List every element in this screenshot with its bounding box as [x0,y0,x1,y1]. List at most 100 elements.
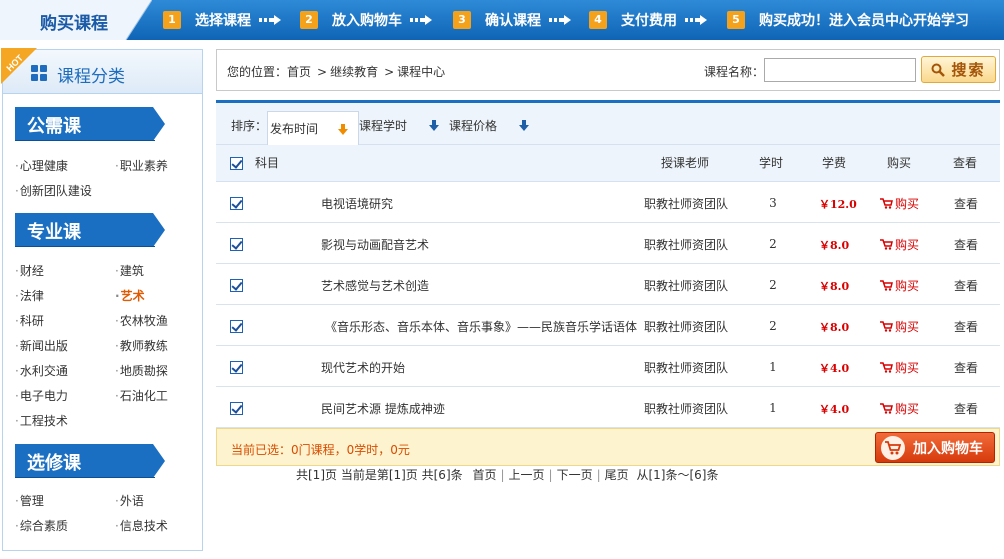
header-hours: 学时 [759,156,784,170]
course-name[interactable]: 民间艺术源 提炼成神迹 [321,400,445,417]
search-label: 课程名称： [704,65,765,79]
step-number: 1 [163,11,181,29]
page-next[interactable]: 下一页 [557,468,593,482]
breadcrumb-home[interactable]: 首页 [287,65,311,79]
buy-label: 购买 [895,279,920,293]
view-link[interactable]: 查看 [954,195,978,212]
arrow-right-icon [685,15,707,25]
add-to-cart-label: 加入购物车 [913,440,983,457]
page-last[interactable]: 尾页 [605,468,629,482]
course-teacher: 职教社师资团队 [644,279,729,293]
page-title: 购买课程 [40,14,108,34]
section-title: 专业课 [27,222,81,243]
category-link[interactable]: 地质勘探 [115,362,168,379]
pager-divider: | [500,468,505,482]
row-checkbox[interactable] [230,320,243,333]
category-link[interactable]: 创新团队建设 [15,182,92,199]
course-price: ￥12.0 [819,198,857,211]
row-checkbox[interactable] [230,197,243,210]
buy-link[interactable]: 购买 [880,277,919,294]
sort-by-price[interactable]: 课程价格 [449,117,497,134]
view-link[interactable]: 查看 [954,318,978,335]
course-price: ￥8.0 [819,321,850,334]
buy-link[interactable]: 购买 [880,236,919,253]
selection-summary: 当前已选：0门课程，0学时，0元 [231,443,410,457]
view-link[interactable]: 查看 [954,277,978,294]
search-button[interactable]: 搜索 [921,56,996,83]
sort-by-publish-time[interactable]: 发布时间 [267,111,359,145]
buy-link[interactable]: 购买 [880,359,919,376]
steps-banner: 购买课程 1 选择课程 2 放入购物车 3 确认课程 4 支付费用 5 购买成功… [0,0,1004,40]
view-link[interactable]: 查看 [954,359,978,376]
category-link[interactable]: 外语 [115,492,144,509]
course-name[interactable]: 电视语境研究 [321,195,393,212]
row-checkbox[interactable] [230,361,243,374]
category-link[interactable]: 信息技术 [115,517,168,534]
search-input[interactable] [764,58,916,82]
buy-link[interactable]: 购买 [880,195,919,212]
row-checkbox[interactable] [230,279,243,292]
selection-summary-bar: 当前已选：0门课程，0学时，0元 加入购物车 [216,428,1000,466]
category-link[interactable]: 农林牧渔 [115,312,168,329]
category-link[interactable]: 财经 [15,262,44,279]
category-link[interactable]: 科研 [15,312,44,329]
breadcrumb-course-center[interactable]: 课程中心 [397,65,445,79]
brand-tab: 购买课程 [0,0,152,40]
buy-label: 购买 [895,402,920,416]
row-checkbox[interactable] [230,238,243,251]
buy-link[interactable]: 购买 [880,400,919,417]
category-link[interactable]: 电子电力 [15,387,68,404]
step-number: 5 [727,11,745,29]
course-name[interactable]: 影视与动画配音艺术 [321,236,429,253]
course-name[interactable]: 艺术感觉与艺术创造 [321,277,429,294]
course-name[interactable]: 现代艺术的开始 [321,359,405,376]
category-link[interactable]: 建筑 [115,262,144,279]
sort-key-label: 发布时间 [270,122,319,136]
category-link[interactable]: 新闻出版 [15,337,68,354]
category-link[interactable]: 水利交通 [15,362,68,379]
breadcrumb-continuing-education[interactable]: 继续教育 [330,65,378,79]
row-checkbox[interactable] [230,402,243,415]
table-row: 民间艺术源 提炼成神迹 职教社师资团队 1 ￥4.0 购买 查看 [216,387,1000,428]
category-link[interactable]: 工程技术 [15,412,68,429]
category-link[interactable]: 石油化工 [115,387,168,404]
category-link[interactable]: 教师教练 [115,337,168,354]
view-link[interactable]: 查看 [954,236,978,253]
breadcrumb: 您的位置：首页 > 继续教育 > 课程中心 [227,63,445,80]
view-link[interactable]: 查看 [954,400,978,417]
category-link-active[interactable]: 艺术 [115,287,145,304]
step-number: 4 [589,11,607,29]
arrow-right-icon [259,15,281,25]
breadcrumb-prefix: 您的位置： [227,65,288,79]
breadcrumb-bar: 您的位置：首页 > 继续教育 > 课程中心 课程名称： 搜索 [216,49,1000,91]
sort-arrow-icon[interactable] [519,120,529,131]
course-hours: 2 [769,237,777,251]
category-sidebar: HOT 课程分类 公需课 心理健康 职业素养 创新团队建设 专业课 财经 建筑 … [1,48,203,551]
sort-label: 排序： [231,119,268,133]
add-to-cart-button[interactable]: 加入购物车 [875,432,995,463]
select-all-checkbox[interactable] [230,157,243,170]
sort-arrow-icon[interactable] [429,120,439,131]
course-name[interactable]: 《音乐形态、音乐本体、音乐事象》——民族音乐学话语体 [325,318,637,335]
header-view: 查看 [953,156,978,170]
category-link[interactable]: 心理健康 [15,157,68,174]
category-link[interactable]: 管理 [15,492,44,509]
header-subject: 科目 [255,156,280,170]
table-header: 科目 授课老师 学时 学费 购买 查看 [216,145,1000,182]
category-link[interactable]: 综合素质 [15,517,68,534]
course-price: ￥4.0 [819,362,850,375]
step-number: 2 [300,11,318,29]
sort-bar: 排序： 发布时间 课程学时 课程价格 [216,103,1000,145]
search-button-label: 搜索 [951,61,986,79]
page-prev[interactable]: 上一页 [509,468,545,482]
page-root: 购买课程 1 选择课程 2 放入购物车 3 确认课程 4 支付费用 5 购买成功… [0,0,1004,559]
sort-by-hours[interactable]: 课程学时 [359,117,407,134]
category-link[interactable]: 法律 [15,287,44,304]
buy-link[interactable]: 购买 [880,318,919,335]
section-professional: 专业课 [15,213,165,248]
step-label: 购买成功！进入会员中心开始学习 [759,13,969,29]
page-first[interactable]: 首页 [472,468,496,482]
category-link[interactable]: 职业素养 [115,157,168,174]
course-price: ￥8.0 [819,280,850,293]
course-hours: 2 [769,278,777,292]
